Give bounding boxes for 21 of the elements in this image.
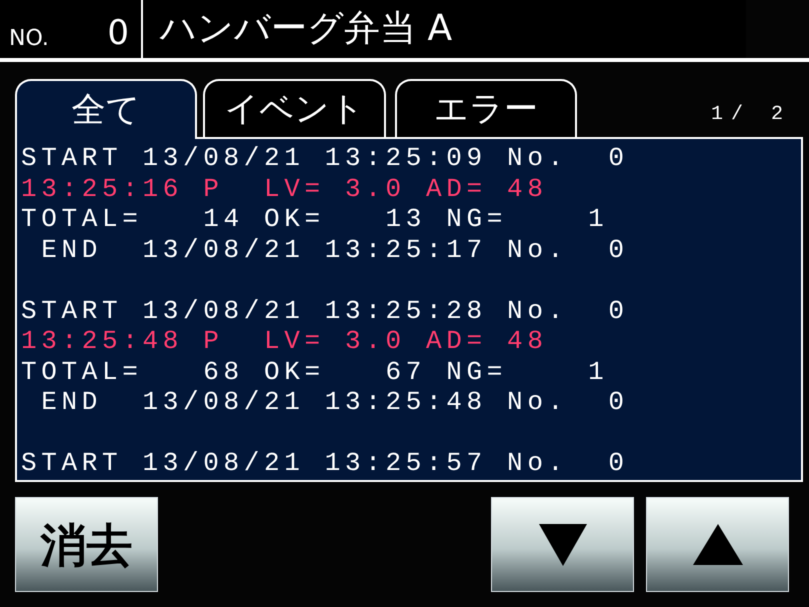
product-title: ハンバーグ弁当 A	[158, 11, 452, 47]
log-measurement-line: 13:25:48 P LV= 3.0 AD= 48	[21, 326, 548, 356]
scroll-up-button[interactable]	[646, 497, 789, 592]
scroll-down-button[interactable]	[491, 497, 634, 592]
log-start-line: START 13/08/21 13:25:09 No. 0	[21, 143, 629, 174]
log-end-line: END 13/08/21 13:25:48 No. 0	[40, 387, 629, 418]
log-total-line: TOTAL= 14 OK= 13 NG= 1	[21, 204, 608, 234]
tab[interactable]: 全て	[15, 79, 197, 139]
log-start-line: START 13/08/21 13:25:57 No. 0	[21, 448, 629, 478]
number-value: 0	[107, 16, 130, 50]
log-end-line: END 13/08/21 13:25:17 No. 0	[40, 234, 629, 265]
number-label: NO.	[8, 28, 49, 50]
clear-button[interactable]: 消去	[15, 497, 158, 592]
page-indicator: 1/ 2	[710, 105, 791, 125]
triangle-up-icon	[692, 524, 742, 565]
log-start-line: START 13/08/21 13:25:28 No. 0	[21, 296, 629, 326]
tab[interactable]: エラー	[395, 79, 577, 137]
log-measurement-line: 13:25:16 P LV= 3.0 AD= 48	[21, 174, 548, 204]
log-total-line: TOTAL= 68 OK= 67 NG= 1	[21, 356, 608, 387]
triangle-down-icon	[538, 524, 586, 566]
tab[interactable]: イベント	[203, 79, 386, 137]
